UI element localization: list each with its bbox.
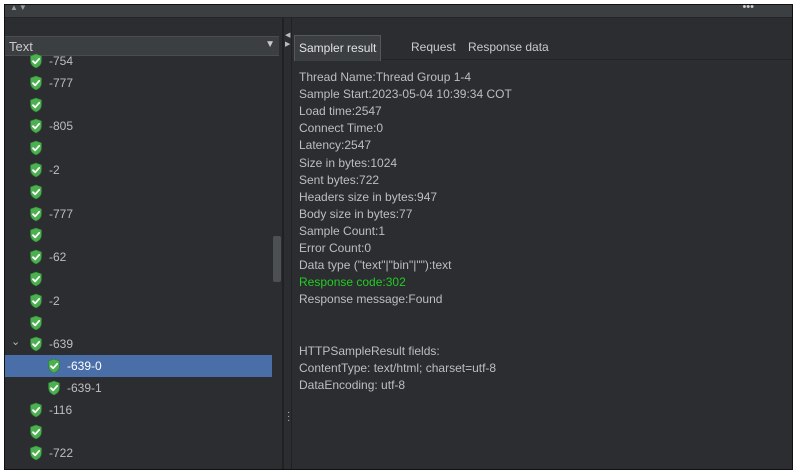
expand-chevron-icon[interactable]: ⌄ — [11, 335, 20, 348]
tree-row[interactable]: -777 — [5, 203, 273, 225]
tree-row[interactable]: -805 — [5, 115, 273, 137]
tree-row[interactable] — [5, 224, 273, 246]
tree-row-label: -754 — [49, 54, 74, 68]
split-collapse-arrows-icon[interactable]: ◀ ▶ — [285, 31, 290, 49]
tree-row-label: -2 — [49, 293, 60, 308]
chevron-down-icon[interactable]: ▼ — [265, 39, 275, 50]
tab-sampler-result[interactable]: Sampler result — [294, 35, 382, 61]
tree-row-label: -116 — [49, 402, 73, 417]
jmeter-results-tree-window: ▲▼ ••• Text ▼ -754 -777 -805 -2 -777 -62 -2 ⌄ -6… — [4, 4, 793, 470]
tree-row[interactable]: -754 — [5, 50, 273, 72]
tree-row[interactable]: -639-0 — [5, 355, 273, 378]
split-divider[interactable] — [282, 18, 284, 469]
check-shield-icon — [29, 271, 43, 287]
check-shield-icon — [29, 249, 43, 265]
check-shield-icon — [29, 75, 43, 91]
tree-row[interactable] — [5, 421, 273, 443]
check-shield-icon — [47, 380, 61, 396]
tree-row[interactable] — [5, 94, 273, 116]
result-line: DataEncoding: utf-8 — [299, 377, 406, 392]
tree-row-label: -2 — [49, 163, 60, 177]
check-shield-icon — [29, 97, 43, 113]
result-line: Sample Start:2023-05-04 10:39:34 COT — [299, 87, 512, 102]
result-line: Load time:2547 — [299, 104, 382, 119]
tree-row-label: -62 — [49, 250, 67, 265]
result-line: ContentType: text/html; charset=utf-8 — [299, 360, 497, 375]
result-line: Headers size in bytes:947 — [299, 189, 438, 204]
tree-row-label: -722 — [49, 446, 74, 461]
collapse-arrows-icon[interactable]: ▲▼ — [10, 5, 28, 12]
check-shield-icon — [29, 184, 43, 200]
check-shield-icon — [29, 293, 43, 309]
check-shield-icon — [29, 162, 43, 178]
tab-response-data[interactable]: Response data — [468, 40, 549, 54]
check-shield-icon — [29, 227, 43, 243]
check-shield-icon — [29, 315, 43, 331]
tree-row-label: -639 — [49, 337, 74, 352]
top-toolbar: ▲▼ ••• — [5, 5, 792, 18]
results-tree-panel: Text ▼ -754 -777 -805 -2 -777 -62 -2 ⌄ -639 -639-… — [5, 18, 282, 469]
result-line: Data type ("text"|"bin"|""):text — [299, 258, 452, 273]
detail-tabs: Sampler result Request Response data — [292, 33, 792, 61]
sample-detail-panel: Sampler result Request Response data Threa… — [292, 18, 792, 469]
split-grip-icon[interactable]: · · · — [287, 408, 290, 426]
result-line: Body size in bytes:77 — [299, 206, 413, 221]
result-line: Latency:2547 — [299, 138, 372, 153]
tree-row[interactable] — [5, 137, 273, 159]
tab-request[interactable]: Request — [411, 40, 456, 54]
check-shield-icon — [29, 336, 43, 352]
tree-row[interactable]: -639-1 — [5, 377, 273, 399]
tree-row[interactable]: -116 — [5, 399, 273, 421]
tree-row-label: -777 — [49, 75, 74, 90]
tree-row[interactable] — [5, 312, 273, 334]
check-shield-icon — [29, 118, 43, 134]
result-line: Sent bytes:722 — [299, 172, 380, 187]
tree-row[interactable] — [5, 268, 273, 290]
result-line: Sample Count:1 — [299, 223, 386, 238]
check-shield-icon — [29, 424, 43, 440]
tree-row[interactable]: -722 — [5, 442, 273, 464]
tree-row[interactable]: -62 — [5, 246, 273, 268]
check-shield-icon — [29, 402, 43, 418]
tree-row-label: -639-1 — [67, 381, 102, 395]
check-shield-icon — [29, 53, 43, 69]
response-code-line: Response code:302 — [299, 275, 406, 290]
tree-row-label: -777 — [49, 206, 74, 221]
check-shield-icon — [47, 358, 61, 374]
result-line: Size in bytes:1024 — [299, 155, 398, 170]
tree-row-label: -639-0 — [67, 359, 102, 374]
tree-row[interactable] — [5, 181, 273, 203]
result-line: Connect Time:0 — [299, 121, 384, 136]
tree-row[interactable]: -2 — [5, 159, 273, 181]
result-line: Thread Name:Thread Group 1-4 — [299, 70, 472, 84]
result-line: HTTPSampleResult fields: — [299, 343, 440, 358]
check-shield-icon — [29, 445, 43, 461]
tree-row[interactable]: -777 — [5, 72, 273, 94]
check-shield-icon — [29, 140, 43, 156]
result-line: Response message:Found — [299, 292, 443, 307]
tree-row[interactable]: ⌄ -639 — [5, 333, 273, 355]
check-shield-icon — [29, 206, 43, 222]
result-line: Error Count:0 — [299, 241, 372, 255]
more-options-icon[interactable]: ••• — [742, 5, 754, 13]
tree-row[interactable]: -2 — [5, 290, 273, 312]
tree-row-label: -805 — [49, 119, 74, 134]
tree-scrollbar-thumb[interactable] — [273, 236, 281, 282]
